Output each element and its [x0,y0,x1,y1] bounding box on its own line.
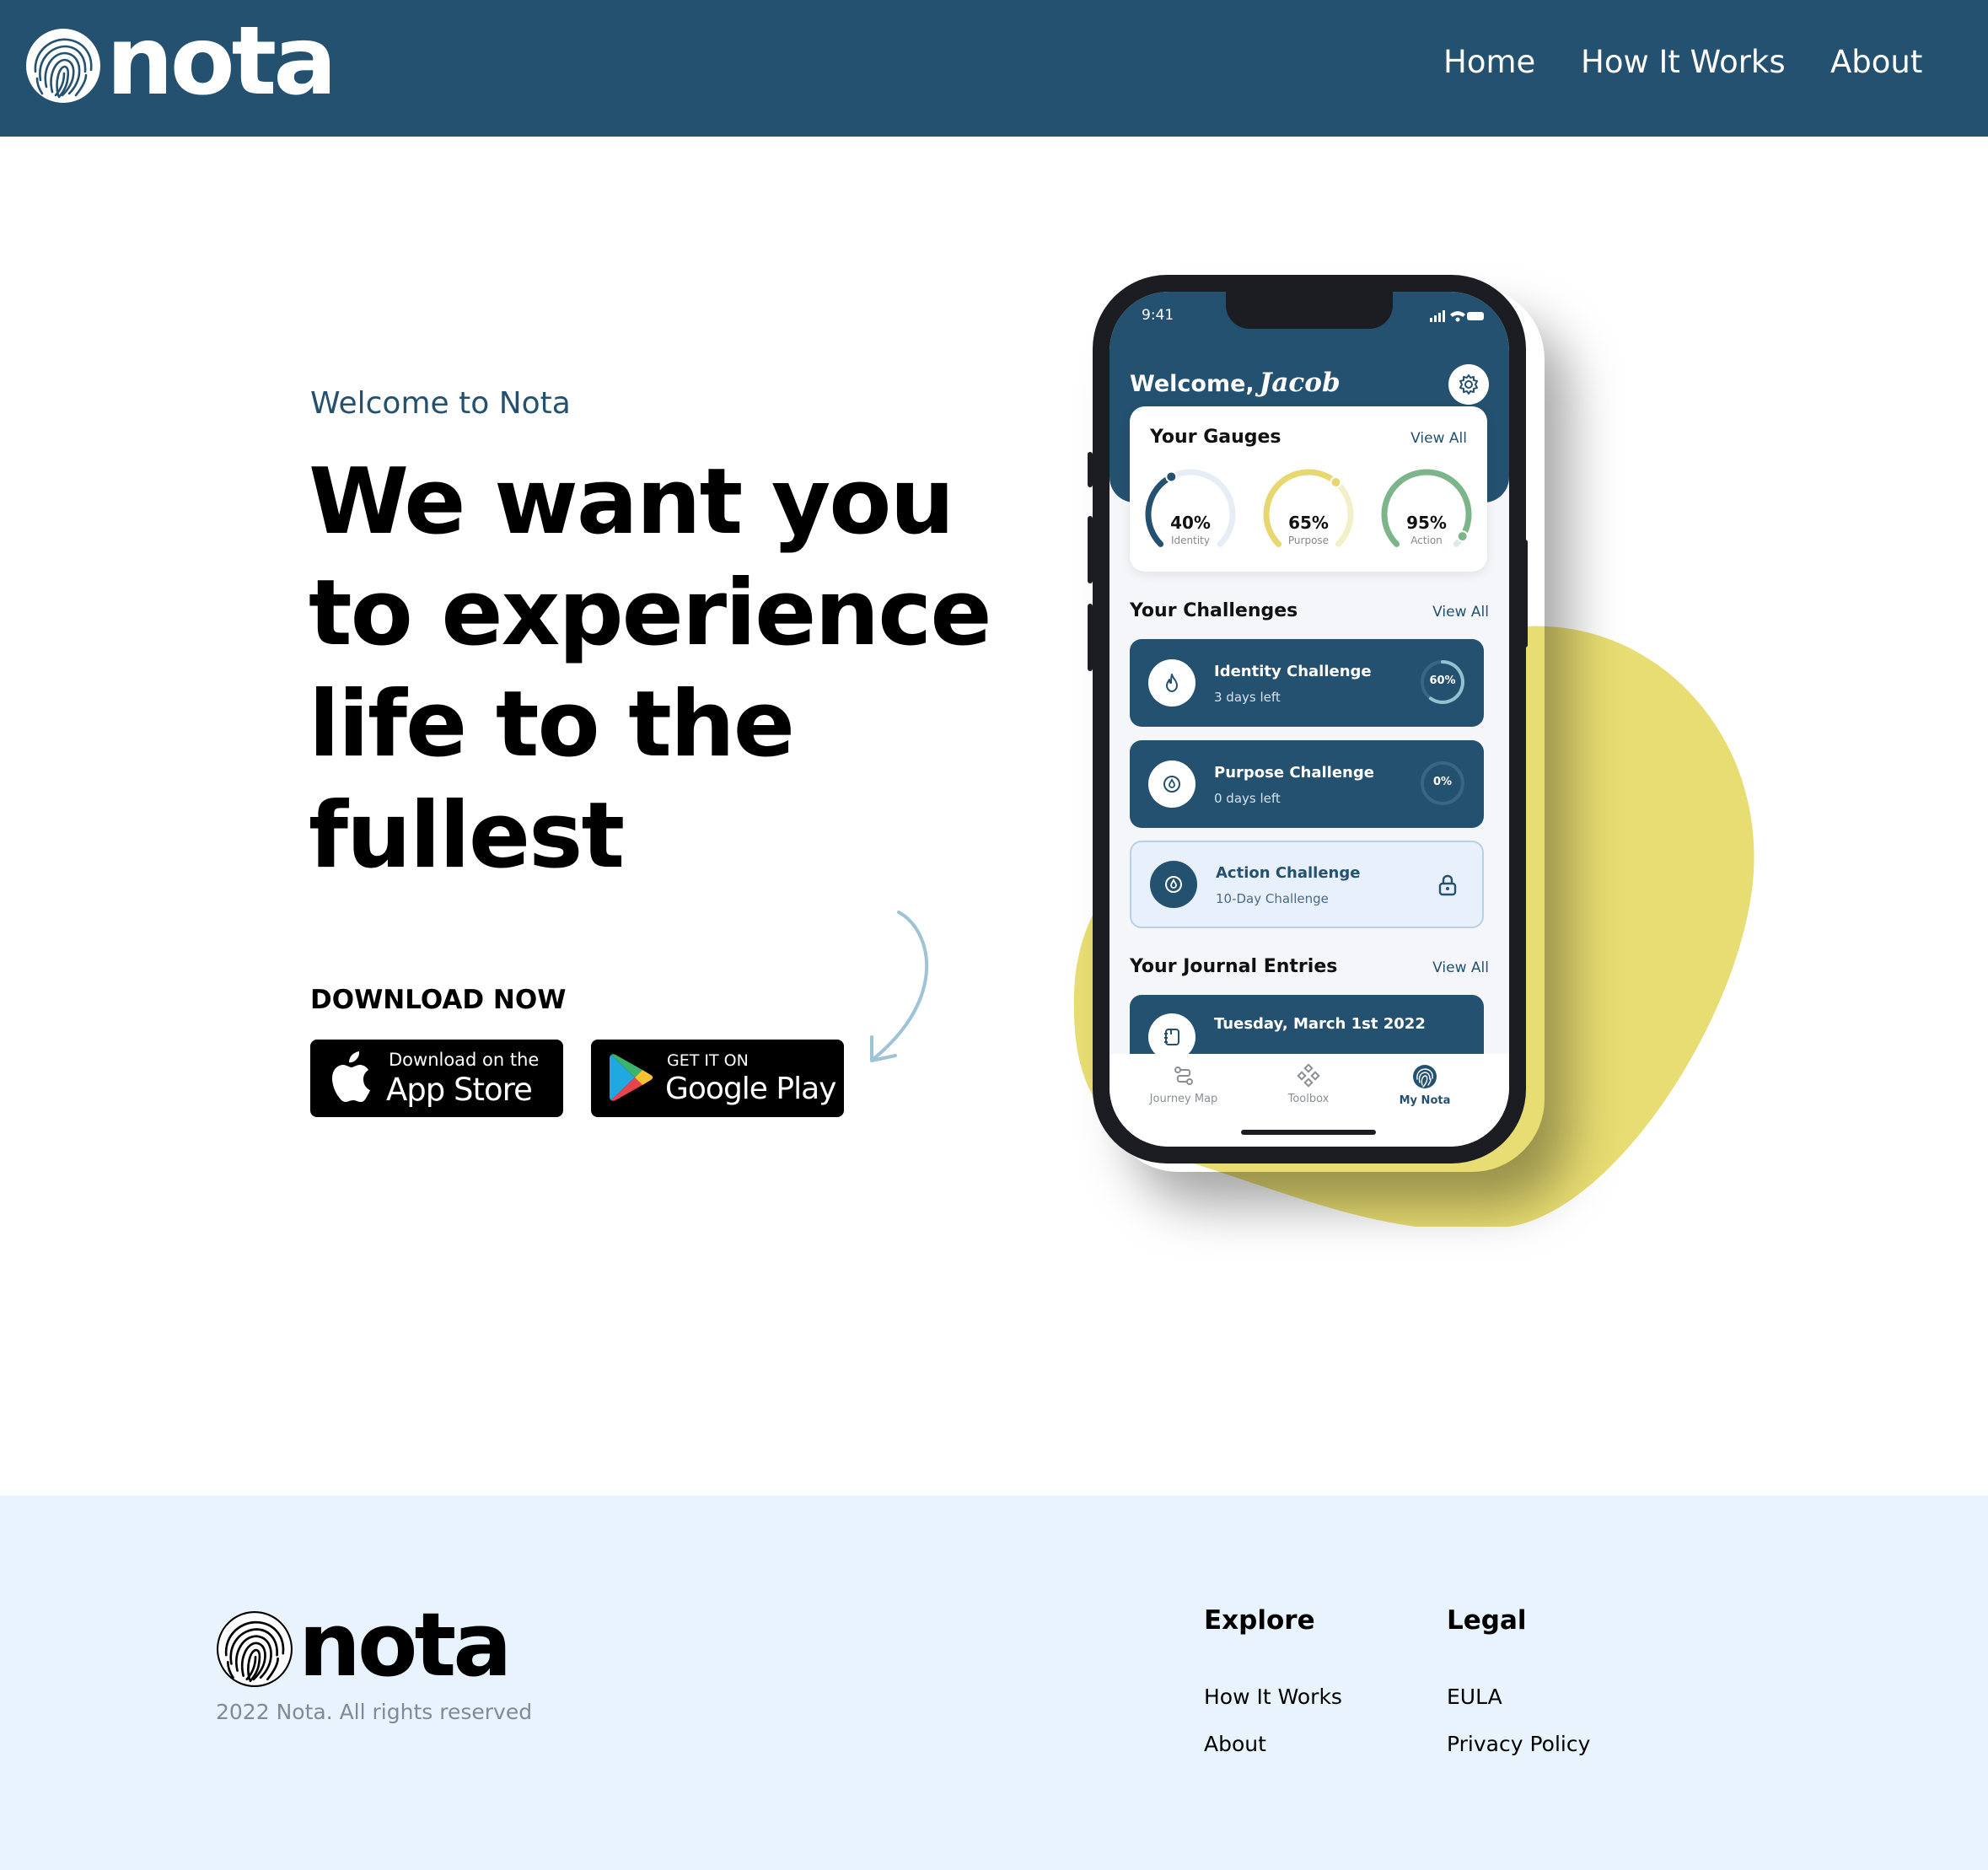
target-drop-icon [1163,776,1180,793]
status-time: 9:41 [1142,307,1174,324]
gauges-title: Your Gauges [1150,427,1281,448]
header-logo[interactable]: nota [25,14,337,110]
app-store-big-text: App Store [386,1072,533,1108]
tab-toolbox[interactable]: Toolbox [1249,1064,1367,1105]
toolbox-grid-icon [1297,1064,1320,1088]
lock-icon [1438,874,1457,896]
challenge-progress-value: 60% [1429,674,1456,687]
challenge-subtitle: 3 days left [1214,690,1281,705]
home-indicator [1241,1130,1376,1135]
challenge-name: Purpose Challenge [1214,764,1374,782]
apple-icon [332,1051,370,1102]
gauge-value: 40% [1170,513,1211,533]
challenge-name: Action Challenge [1216,864,1361,882]
challenge-progress-ring: 60% [1418,658,1467,707]
tab-my-nota[interactable]: My Nota [1366,1064,1484,1107]
tab-journey-map[interactable]: Journey Map [1125,1064,1243,1105]
headline-line: to experience [309,561,992,666]
header-brand-wordmark: nota [106,7,337,116]
challenges-title: Your Challenges [1130,600,1298,621]
fingerprint-logo-icon [217,1611,293,1687]
tab-label: My Nota [1399,1094,1451,1107]
welcome-user-name: Jacob [1259,368,1341,398]
bottom-tab-bar: Journey Map Toolbox My Nota [1110,1054,1509,1147]
purpose-challenge-card[interactable]: Purpose Challenge 0 days left 0% [1130,740,1484,828]
nav-home-link[interactable]: Home [1443,44,1535,80]
gauges-card: Your Gauges View All 40% Identity 65% Pu… [1130,406,1487,572]
gauge-purpose[interactable]: 65% Purpose [1258,465,1359,558]
gauge-value: 65% [1288,513,1329,533]
gauge-label: Action [1410,535,1443,546]
tab-label: Journey Map [1149,1093,1218,1105]
journal-entry-date: Tuesday, March 1st 2022 [1214,1015,1426,1033]
footer-legal-heading: Legal [1447,1605,1527,1636]
fingerprint-icon [1413,1065,1437,1088]
gauge-label: Identity [1171,535,1210,546]
gauge-action[interactable]: 95% Action [1376,465,1477,558]
headline-line: We want you [309,449,954,555]
gauge-knob [1330,476,1342,488]
tab-label: Toolbox [1287,1093,1330,1105]
welcome-text: Welcome, [1130,371,1255,397]
challenge-progress-ring: 0% [1418,759,1467,808]
app-store-button[interactable]: Download on the App Store [310,1040,563,1117]
phone-screen: 9:41 Welcome,Jacob Your Gauges View All [1110,292,1509,1147]
google-play-big-text: Google Play [665,1072,836,1106]
settings-button[interactable] [1448,364,1489,405]
identity-challenge-card[interactable]: Identity Challenge 3 days left 60% [1130,639,1484,727]
flame-icon [1166,674,1178,692]
gauges-view-all-link[interactable]: View All [1410,430,1467,447]
journal-title: Your Journal Entries [1130,956,1338,977]
copyright-text: 2022 Nota. All rights reserved [216,1700,533,1724]
challenge-subtitle: 10-Day Challenge [1216,891,1329,906]
gauge-fill [1263,469,1339,547]
challenge-name: Identity Challenge [1214,663,1372,680]
challenge-subtitle: 0 days left [1214,791,1281,806]
footer-logo[interactable]: nota [216,1601,512,1690]
challenge-progress-value: 0% [1432,776,1453,788]
google-play-button[interactable]: GET IT ON Google Play [591,1040,844,1117]
phone-notch [1226,292,1393,329]
footer-about-link[interactable]: About [1204,1732,1266,1756]
hero-headline: We want you to experience life to the fu… [309,447,1034,892]
footer-privacy-policy-link[interactable]: Privacy Policy [1447,1732,1590,1756]
phone-mockup: 9:41 Welcome,Jacob Your Gauges View All [1093,275,1526,1163]
fingerprint-logo-icon [26,29,100,103]
footer-brand-wordmark: nota [298,1593,512,1696]
footer-eula-link[interactable]: EULA [1447,1685,1502,1709]
hero-eyebrow: Welcome to Nota [310,386,571,421]
journal-view-all-link[interactable]: View All [1432,959,1489,976]
challenge-icon-badge [1150,861,1197,908]
gear-icon [1459,374,1478,395]
curved-arrow-icon [870,911,928,1062]
google-play-icon [610,1054,653,1101]
challenge-icon-badge [1148,760,1195,808]
action-challenge-card[interactable]: Action Challenge 10-Day Challenge [1130,841,1484,928]
gauge-fill [1381,469,1472,547]
status-icons [1430,310,1484,322]
notebook-icon [1164,1029,1179,1045]
download-now-heading: DOWNLOAD NOW [310,985,567,1015]
gauge-label: Purpose [1287,535,1330,546]
nav-how-it-works-link[interactable]: How It Works [1581,44,1786,80]
challenge-icon-badge [1148,659,1195,707]
google-play-small-text: GET IT ON [667,1051,749,1070]
site-footer: nota 2022 Nota. All rights reserved Expl… [0,1496,1988,1870]
gauge-value: 95% [1406,513,1447,533]
footer-how-it-works-link[interactable]: How It Works [1204,1685,1342,1709]
nav-about-link[interactable]: About [1830,44,1922,80]
gauge-identity[interactable]: 40% Identity [1140,465,1241,558]
welcome-greeting: Welcome, Jacob [1130,368,1341,398]
challenges-view-all-link[interactable]: View All [1432,604,1489,621]
gauge-knob [1165,470,1178,483]
route-icon [1174,1067,1193,1085]
headline-line: life to the [309,672,795,777]
headline-line: fullest [309,783,625,889]
footer-explore-heading: Explore [1204,1605,1315,1636]
app-store-small-text: Download on the [389,1050,540,1070]
site-header: nota Home How It Works About [0,0,1988,137]
target-drop-icon [1165,876,1182,893]
